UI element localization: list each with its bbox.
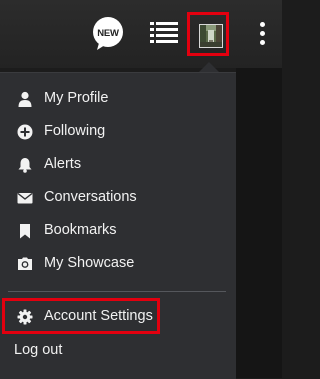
menu-divider (8, 291, 226, 292)
envelope-icon (17, 190, 33, 206)
camera-icon (17, 256, 33, 272)
user-avatar[interactable] (199, 24, 223, 48)
menu-item-my-profile[interactable]: My Profile (0, 85, 236, 113)
new-badge-label: NEW (97, 28, 119, 39)
menu-item-alerts[interactable]: Alerts (0, 151, 236, 179)
menu-item-label: Bookmarks (44, 222, 117, 238)
top-bar: NEW (0, 0, 282, 68)
menu-item-account-settings[interactable]: Account Settings (0, 303, 236, 331)
gear-icon (17, 309, 33, 325)
log-out-link[interactable]: Log out (14, 342, 62, 358)
more-vertical-icon[interactable] (258, 22, 268, 46)
menu-item-label: Account Settings (44, 308, 153, 324)
menu-item-my-showcase[interactable]: My Showcase (0, 250, 236, 278)
list-icon[interactable] (150, 21, 178, 47)
plus-circle-icon (17, 124, 33, 140)
menu-item-label: Conversations (44, 189, 137, 205)
avatar-highlight (187, 12, 229, 56)
menu-item-label: My Showcase (44, 255, 135, 271)
new-posts-button[interactable]: NEW (90, 17, 126, 51)
bell-icon (17, 157, 33, 173)
menu-item-following[interactable]: Following (0, 118, 236, 146)
account-dropdown-menu: My Profile Following Alerts Conversation… (0, 72, 236, 379)
menu-item-label: Alerts (44, 156, 82, 172)
page-background (236, 68, 282, 378)
dropdown-caret (199, 62, 219, 72)
menu-item-conversations[interactable]: Conversations (0, 184, 236, 212)
menu-item-label: My Profile (44, 90, 109, 106)
menu-item-bookmarks[interactable]: Bookmarks (0, 217, 236, 245)
user-icon (17, 91, 33, 107)
bookmark-icon (17, 223, 33, 239)
menu-item-label: Following (44, 123, 106, 139)
